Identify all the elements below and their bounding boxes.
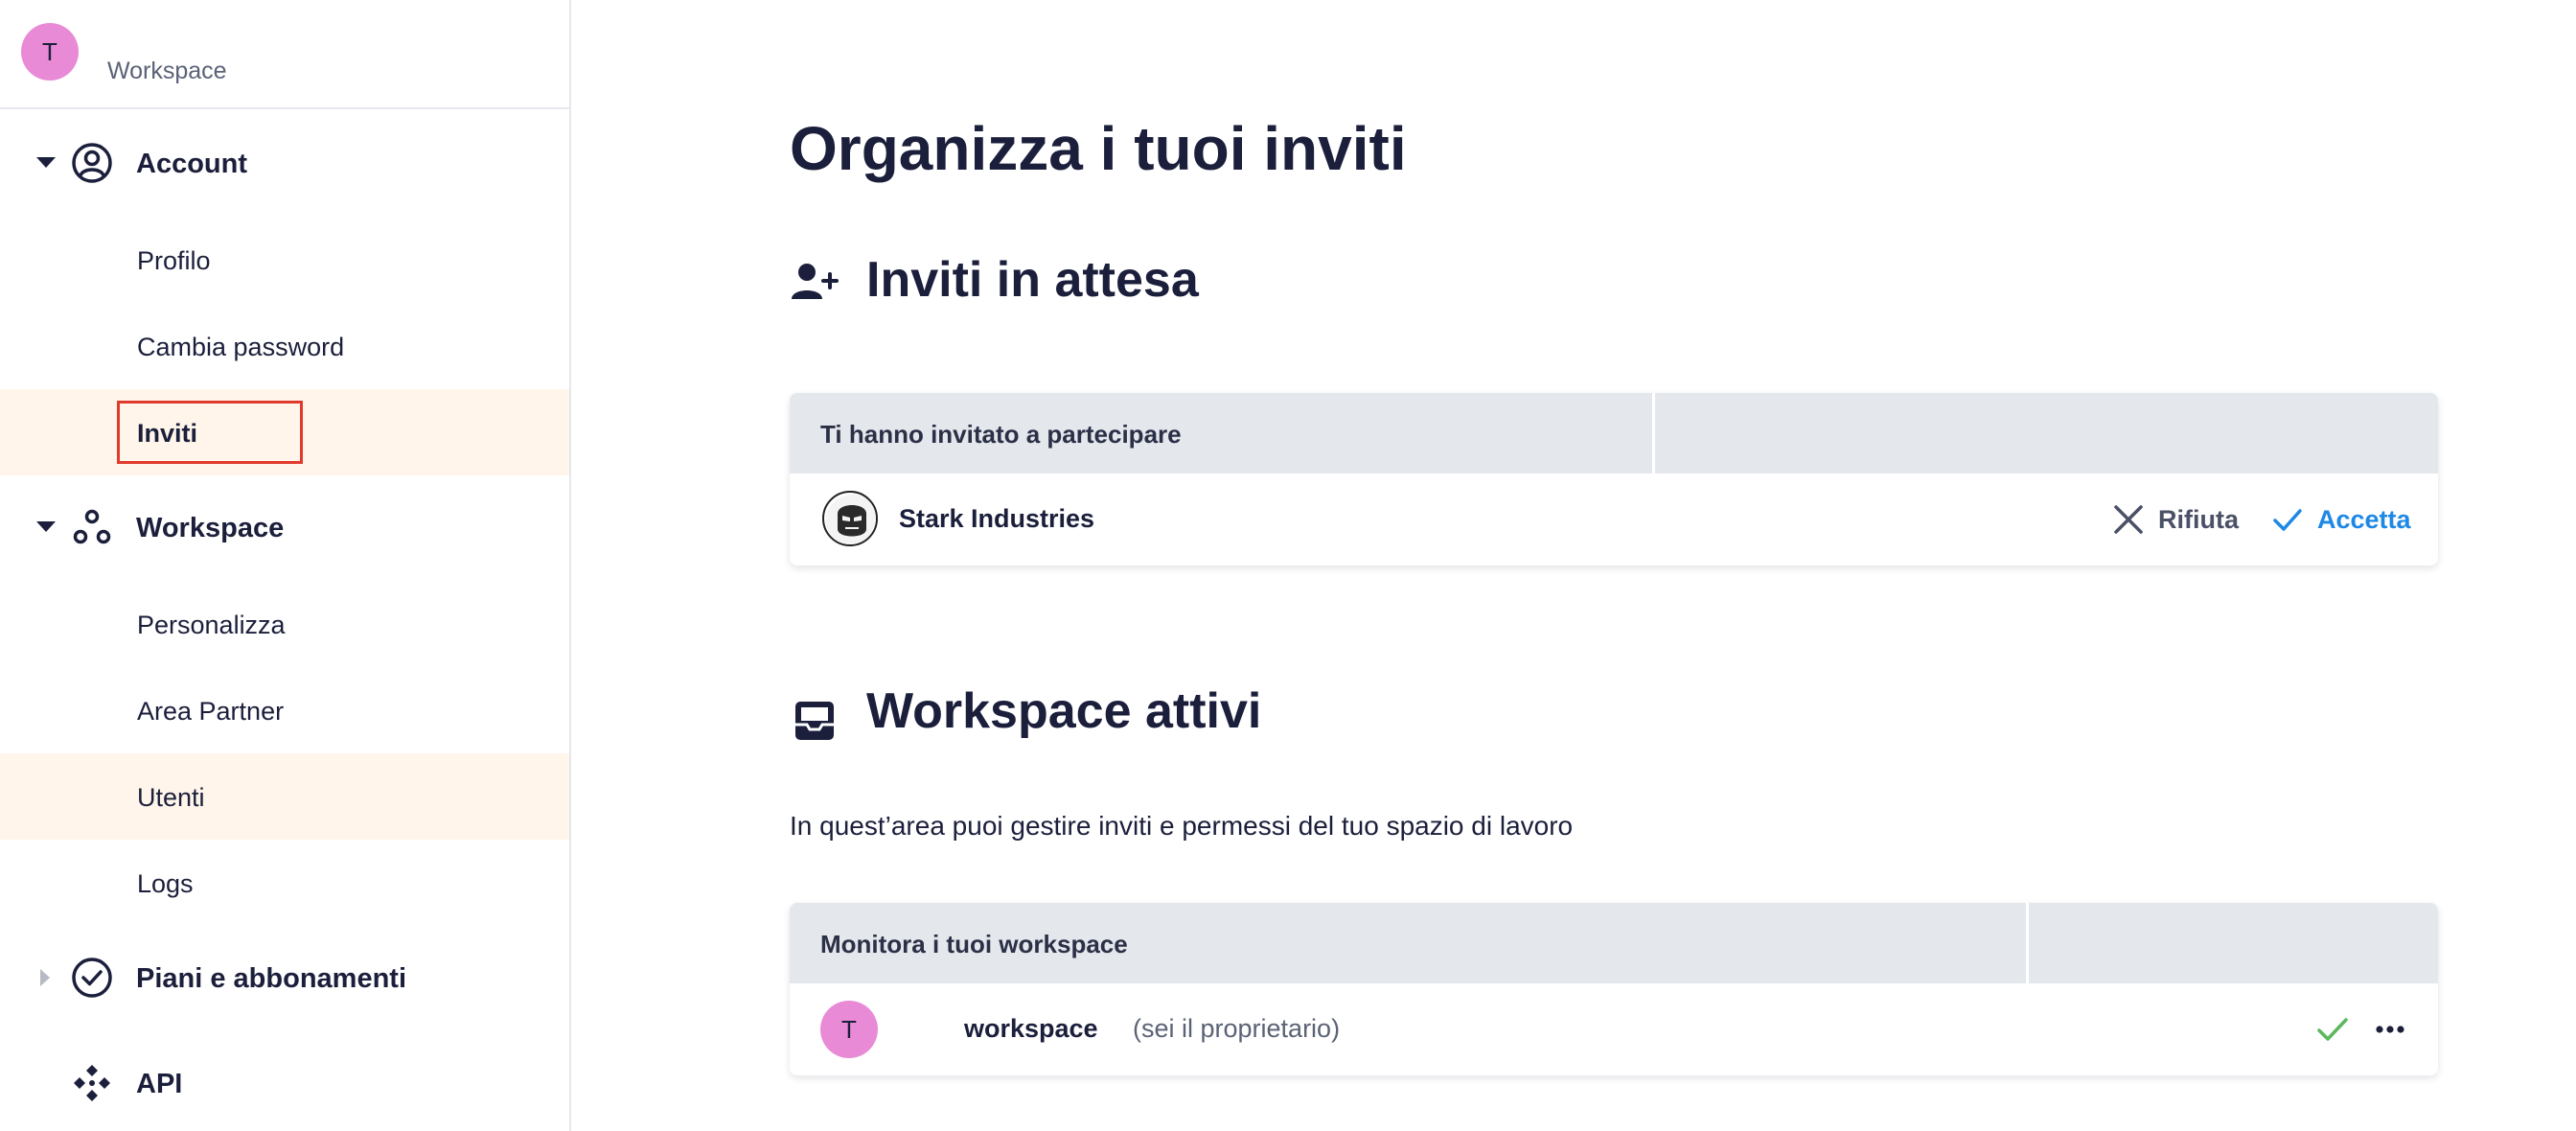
chevron-right-icon [40,969,50,986]
chevron-down-icon [36,157,56,168]
nav-group-label: Account [136,149,247,179]
sidebar-item-label: Utenti [137,783,205,812]
check-circle-icon [72,958,112,998]
column-divider [1652,393,1655,473]
owner-note: (sei il proprietario) [1133,1014,1341,1043]
check-icon [2273,509,2302,531]
org-logo [822,491,878,546]
sidebar-item-label: Inviti [137,419,198,448]
sidebar-item-area-partner[interactable]: Area Partner [0,667,569,753]
accept-label: Accetta [2317,504,2411,534]
table-row: T workspace (sei il proprietario) [790,983,2438,1075]
sidebar-item-utenti[interactable]: Utenti [0,753,569,840]
sidebar-item-label: Profilo [137,246,211,275]
org-name: Stark Industries [899,504,1095,533]
sidebar-item-label: Personalizza [137,611,286,639]
workspace-name: Workspace [107,58,227,84]
nav-group-plans[interactable]: Piani e abbonamenti [0,939,569,1016]
nav-group-label: Workspace [136,513,285,543]
active-workspaces-table: Monitora i tuoi workspace T workspace (s… [790,903,2438,1075]
nav-group-workspace[interactable]: Workspace [0,489,569,566]
accept-button[interactable]: Accetta [2271,495,2411,544]
chevron-down-icon [36,521,56,532]
nav-group-account[interactable]: Account [0,125,569,201]
table-header: Monitora i tuoi workspace [790,903,2438,983]
nav-group-label: API [136,1069,183,1099]
nodes-icon [73,509,111,544]
workspace-name: workspace [964,1014,1098,1043]
user-plus-icon [792,264,839,299]
main-content: Organizza i tuoi inviti Inviti in attesa… [571,0,2576,1131]
sidebar-item-label: Area Partner [137,697,285,726]
column-divider [2026,903,2029,983]
inbox-icon [795,702,834,740]
sidebar-item-personalizza[interactable]: Personalizza [0,581,569,667]
pending-invites-table: Ti hanno invitato a partecipare Stark In… [790,393,2438,566]
workspace-switcher[interactable]: T Workspace [0,0,569,109]
nav-group-api[interactable]: API [0,1045,569,1121]
sidebar-item-logs[interactable]: Logs [0,840,569,926]
section-title-pending: Inviti in attesa [866,252,1199,308]
page-title: Organizza i tuoi inviti [790,114,1407,183]
column-header: Ti hanno invitato a partecipare [820,420,1182,449]
close-icon [2114,505,2143,534]
check-icon [2317,1018,2348,1041]
table-header: Ti hanno invitato a partecipare [790,393,2438,473]
user-circle-icon [72,143,112,183]
sidebar-item-inviti[interactable]: Inviti [0,389,569,475]
sidebar-item-label: Logs [137,869,194,898]
section-title-active: Workspace attivi [866,683,1262,739]
api-diamond-icon [74,1065,110,1101]
workspace-avatar: T [820,1001,878,1058]
table-row: Stark Industries Rifiuta Accetta [790,473,2438,566]
sidebar-item-cambia-password[interactable]: Cambia password [0,303,569,389]
workspace-avatar: T [21,23,79,81]
sidebar-item-profilo[interactable]: Profilo [0,217,569,303]
more-options-icon[interactable] [2371,1010,2409,1049]
reject-button[interactable]: Rifiuta [2112,495,2239,544]
sidebar-item-label: Cambia password [137,333,345,361]
sidebar: T Workspace Account Profilo Cambia passw… [0,0,571,1131]
section-description: In quest’area puoi gestire inviti e perm… [790,811,1574,841]
column-header: Monitora i tuoi workspace [820,930,1128,958]
reject-label: Rifiuta [2158,504,2239,534]
nav-group-label: Piani e abbonamenti [136,963,406,994]
